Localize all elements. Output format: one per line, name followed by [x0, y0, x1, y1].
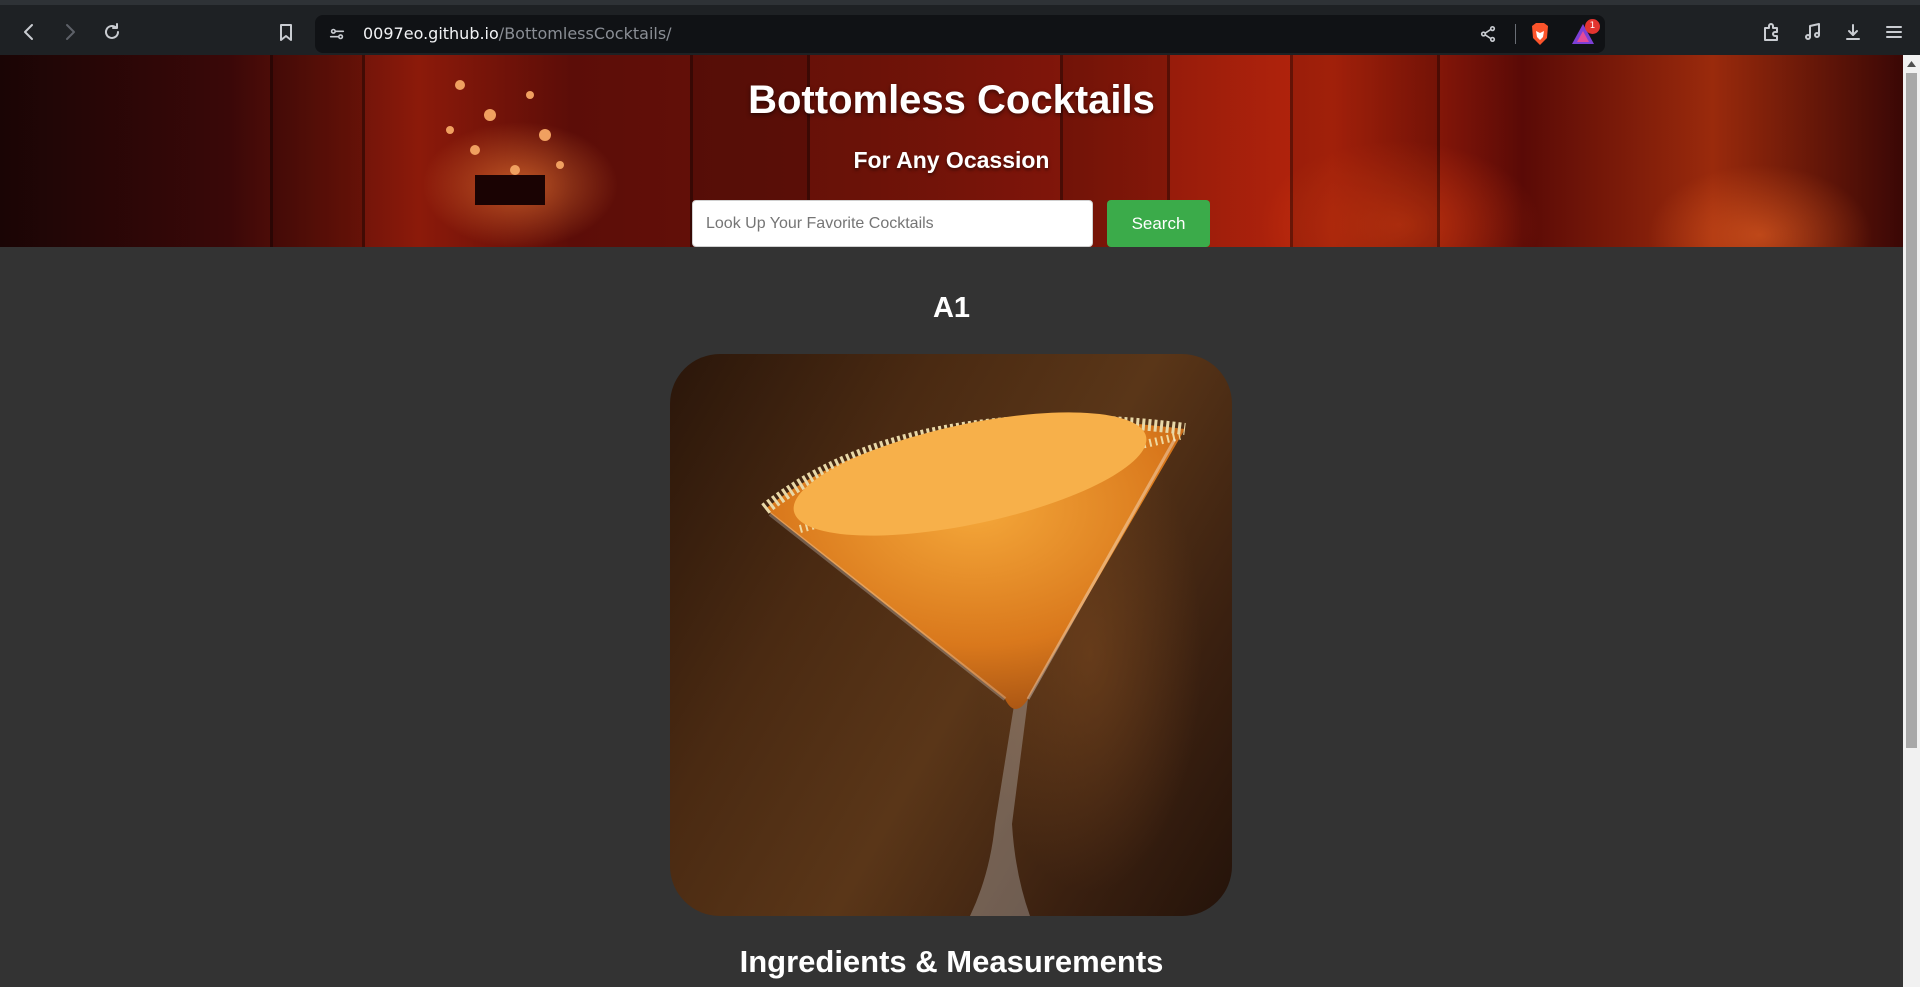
site-subtitle: For Any Ocassion	[853, 147, 1050, 173]
forward-icon[interactable]	[55, 17, 85, 47]
reload-icon[interactable]	[97, 17, 127, 47]
ingredients-heading: Ingredients & Measurements	[739, 944, 1164, 979]
site-title: Bottomless Cocktails	[748, 78, 1155, 122]
back-icon[interactable]	[14, 17, 44, 47]
hero-banner: Bottomless Cocktails For Any Ocassion Se…	[0, 55, 1903, 247]
url-host: 0097eo.github.io	[363, 24, 499, 43]
rewards-badge: 1	[1585, 19, 1600, 34]
page-scrollbar[interactable]	[1903, 55, 1920, 987]
bookmark-icon[interactable]	[271, 17, 301, 47]
url-text[interactable]: 0097eo.github.io/BottomlessCocktails/	[363, 24, 672, 43]
url-path: /BottomlessCocktails/	[498, 24, 672, 43]
site-settings-icon[interactable]	[327, 24, 347, 44]
share-icon[interactable]	[1478, 24, 1498, 44]
drink-image	[670, 354, 1232, 916]
media-icon[interactable]	[1797, 17, 1827, 47]
cocktail-glass-illustration	[761, 412, 1186, 916]
scrollbar-thumb[interactable]	[1906, 73, 1917, 748]
search-input[interactable]	[692, 200, 1093, 247]
extensions-icon[interactable]	[1756, 17, 1786, 47]
downloads-icon[interactable]	[1838, 17, 1868, 47]
browser-toolbar: 0097eo.github.io/BottomlessCocktails/ 1	[0, 0, 1920, 55]
drink-name: A1	[932, 292, 971, 324]
scroll-up-icon[interactable]	[1903, 55, 1920, 72]
search-button[interactable]: Search	[1107, 200, 1210, 247]
brave-shields-icon[interactable]	[1529, 22, 1551, 46]
address-bar[interactable]: 0097eo.github.io/BottomlessCocktails/	[315, 15, 1605, 53]
address-bar-divider	[1515, 24, 1516, 44]
menu-icon[interactable]	[1879, 17, 1909, 47]
